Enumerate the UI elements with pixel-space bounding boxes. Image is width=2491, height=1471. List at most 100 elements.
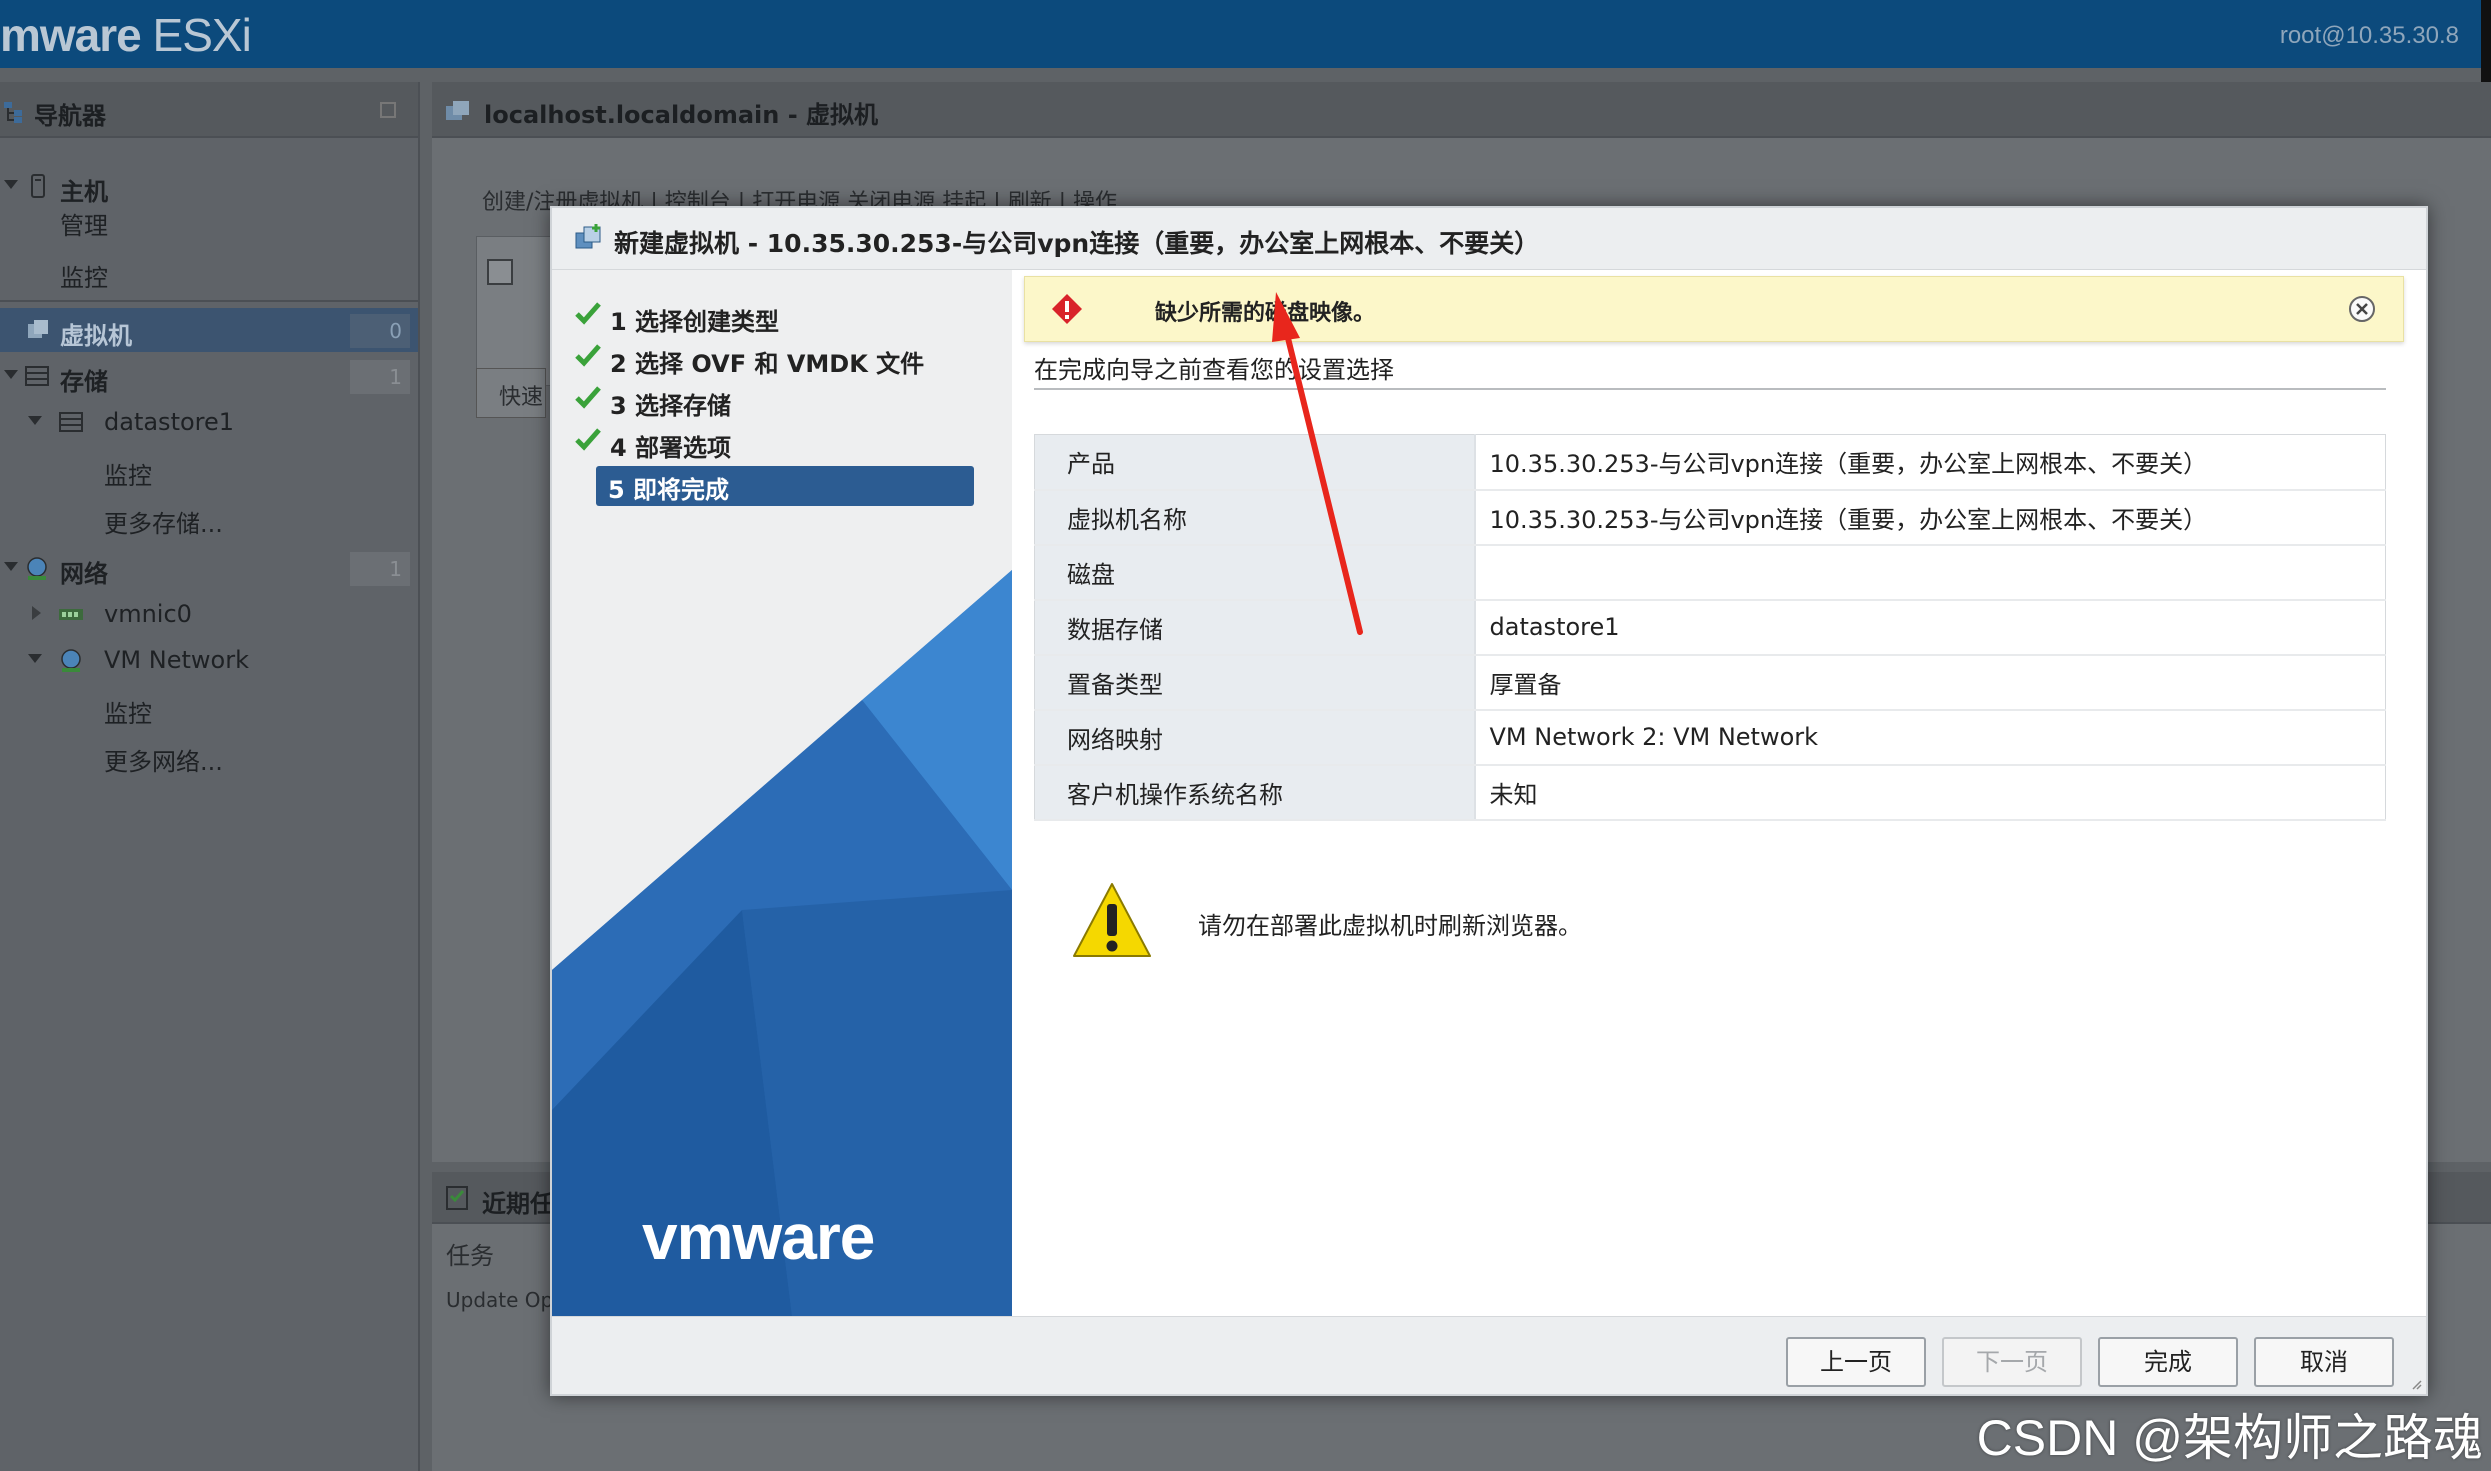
- nav-item-datastore1[interactable]: datastore1: [0, 400, 418, 444]
- summary-key: 产品: [1034, 434, 1476, 491]
- finish-button[interactable]: 完成: [2098, 1337, 2238, 1387]
- review-instructions: 在完成向导之前查看您的设置选择: [1034, 356, 1394, 384]
- nav-label: 监控: [104, 700, 152, 728]
- main-header: localhost.localdomain - 虚拟机: [432, 82, 2491, 138]
- nav-item-host-monitor[interactable]: 监控: [0, 250, 418, 294]
- user-menu[interactable]: root@10.35.30.8: [2280, 22, 2459, 50]
- warning-message: 请勿在部署此虚拟机时刷新浏览器。: [1198, 912, 1582, 940]
- nav-divider: [0, 300, 418, 302]
- quick-filter-input[interactable]: 快速: [476, 368, 546, 418]
- table-row: 置备类型 厚置备: [1034, 654, 2386, 711]
- back-button[interactable]: 上一页: [1786, 1337, 1926, 1387]
- csdn-watermark: CSDN @架构师之路魂: [1976, 1410, 2483, 1466]
- error-alert: 缺少所需的磁盘映像。: [1024, 276, 2404, 342]
- wizard-steps-panel: 1 选择创建类型 2 选择 OVF 和 VMDK 文件 3 选择存储 4 部署选…: [552, 270, 1012, 1316]
- summary-key: 数据存储: [1034, 599, 1476, 656]
- navigator-panel: 导航器 主机 管理 监控 虚拟机 0 存储 1 datastore1 监控 更多…: [0, 82, 420, 1471]
- chevron-down-icon[interactable]: [4, 370, 18, 379]
- tasks-column-header[interactable]: 任务: [446, 1236, 494, 1271]
- collapse-pane-icon[interactable]: [380, 102, 396, 118]
- chevron-down-icon[interactable]: [28, 654, 42, 663]
- new-vm-icon: [575, 224, 601, 249]
- summary-key: 网络映射: [1034, 709, 1476, 766]
- summary-value: 厚置备: [1474, 654, 2386, 711]
- checkmark-icon: [575, 344, 601, 367]
- step-label: 5 即将完成: [608, 476, 730, 504]
- nav-item-network-monitor[interactable]: 监控: [0, 686, 418, 730]
- error-icon: [1052, 294, 1082, 324]
- port-group-icon: [61, 649, 81, 672]
- vm-icon: [446, 101, 469, 120]
- nav-label: datastore1: [104, 408, 235, 436]
- new-vm-wizard-dialog: 新建虚拟机 - 10.35.30.253-与公司vpn连接（重要，办公室上网根本…: [550, 206, 2428, 1396]
- network-icon: [27, 557, 47, 580]
- page-title: localhost.localdomain - 虚拟机: [484, 101, 879, 129]
- wizard-step-5-current[interactable]: 5 即将完成: [596, 466, 974, 506]
- task-row[interactable]: Update Opt: [446, 1288, 561, 1312]
- vm-table: [476, 236, 556, 386]
- summary-value: 10.35.30.253-与公司vpn连接（重要，办公室上网根本、不要关）: [1474, 434, 2386, 491]
- step-label: 4 部署选项: [610, 434, 732, 462]
- host-icon: [31, 174, 45, 198]
- nav-label: 管理: [60, 212, 108, 240]
- vmware-logo: vmware: [642, 1201, 875, 1273]
- nav-label: 更多存储...: [104, 510, 223, 538]
- navigator-header: 导航器: [0, 82, 418, 138]
- dialog-title-bar[interactable]: 新建虚拟机 - 10.35.30.253-与公司vpn连接（重要，办公室上网根本…: [552, 208, 2426, 270]
- chevron-down-icon[interactable]: [4, 180, 18, 189]
- chevron-right-icon[interactable]: [32, 606, 41, 620]
- vm-icon: [28, 320, 48, 338]
- checkmark-icon: [575, 428, 601, 451]
- table-row: 网络映射 VM Network 2: VM Network: [1034, 709, 2386, 766]
- nav-label: 监控: [60, 264, 108, 292]
- nav-item-vmnic0[interactable]: vmnic0: [0, 592, 418, 636]
- summary-value: [1474, 544, 2386, 601]
- nav-label: 网络: [60, 560, 108, 588]
- dialog-title: 新建虚拟机 - 10.35.30.253-与公司vpn连接（重要，办公室上网根本…: [614, 229, 1540, 258]
- nav-item-networking[interactable]: 网络 1: [0, 546, 418, 590]
- summary-value: 未知: [1474, 764, 2386, 821]
- select-all-checkbox[interactable]: [487, 259, 513, 285]
- storage-icon: [25, 366, 49, 386]
- settings-summary-table: 产品 10.35.30.253-与公司vpn连接（重要，办公室上网根本、不要关） …: [1034, 434, 2386, 821]
- summary-key: 客户机操作系统名称: [1034, 764, 1476, 821]
- divider: [1034, 388, 2386, 390]
- tasks-icon: [446, 1186, 468, 1210]
- nav-item-more-storage[interactable]: 更多存储...: [0, 496, 418, 540]
- navigator-title: 导航器: [34, 102, 106, 130]
- count-badge: 0: [350, 314, 410, 348]
- nav-item-storage[interactable]: 存储 1: [0, 354, 418, 398]
- checkmark-icon: [575, 302, 601, 325]
- nav-item-vms[interactable]: 虚拟机 0: [0, 308, 418, 352]
- nav-label: vmnic0: [104, 600, 192, 628]
- nav-item-more-networks[interactable]: 更多网络...: [0, 734, 418, 778]
- table-row: 磁盘: [1034, 544, 2386, 601]
- esxi-logo: mware ESXi: [0, 9, 252, 61]
- nav-item-vm-network[interactable]: VM Network: [0, 638, 418, 682]
- vmware-brand-graphic: [552, 570, 1012, 1316]
- nav-label: 存储: [60, 368, 108, 396]
- summary-value: datastore1: [1474, 599, 2386, 656]
- count-badge: 1: [350, 552, 410, 586]
- resize-handle-icon[interactable]: [2410, 1378, 2422, 1390]
- step-label: 2 选择 OVF 和 VMDK 文件: [610, 350, 925, 378]
- chevron-down-icon[interactable]: [28, 416, 42, 425]
- nav-item-host-manage[interactable]: 管理: [0, 198, 418, 242]
- cancel-button[interactable]: 取消: [2254, 1337, 2394, 1387]
- datastore-icon: [59, 412, 83, 432]
- table-row: 虚拟机名称 10.35.30.253-与公司vpn连接（重要，办公室上网根本、不要…: [1034, 489, 2386, 546]
- nav-label: 监控: [104, 462, 152, 490]
- nav-label: 虚拟机: [60, 322, 132, 350]
- nav-item-storage-monitor[interactable]: 监控: [0, 448, 418, 492]
- step-label: 1 选择创建类型: [610, 308, 780, 336]
- step-label: 3 选择存储: [610, 392, 732, 420]
- nav-label: 更多网络...: [104, 748, 223, 776]
- nav-label: VM Network: [104, 646, 249, 674]
- summary-value: 10.35.30.253-与公司vpn连接（重要，办公室上网根本、不要关）: [1474, 489, 2386, 546]
- close-alert-icon[interactable]: [2347, 294, 2377, 324]
- nic-icon: [59, 609, 83, 620]
- chevron-down-icon[interactable]: [4, 562, 18, 571]
- dialog-footer: 上一页 下一页 完成 取消: [552, 1316, 2426, 1394]
- summary-key: 置备类型: [1034, 654, 1476, 711]
- next-button[interactable]: 下一页: [1942, 1337, 2082, 1387]
